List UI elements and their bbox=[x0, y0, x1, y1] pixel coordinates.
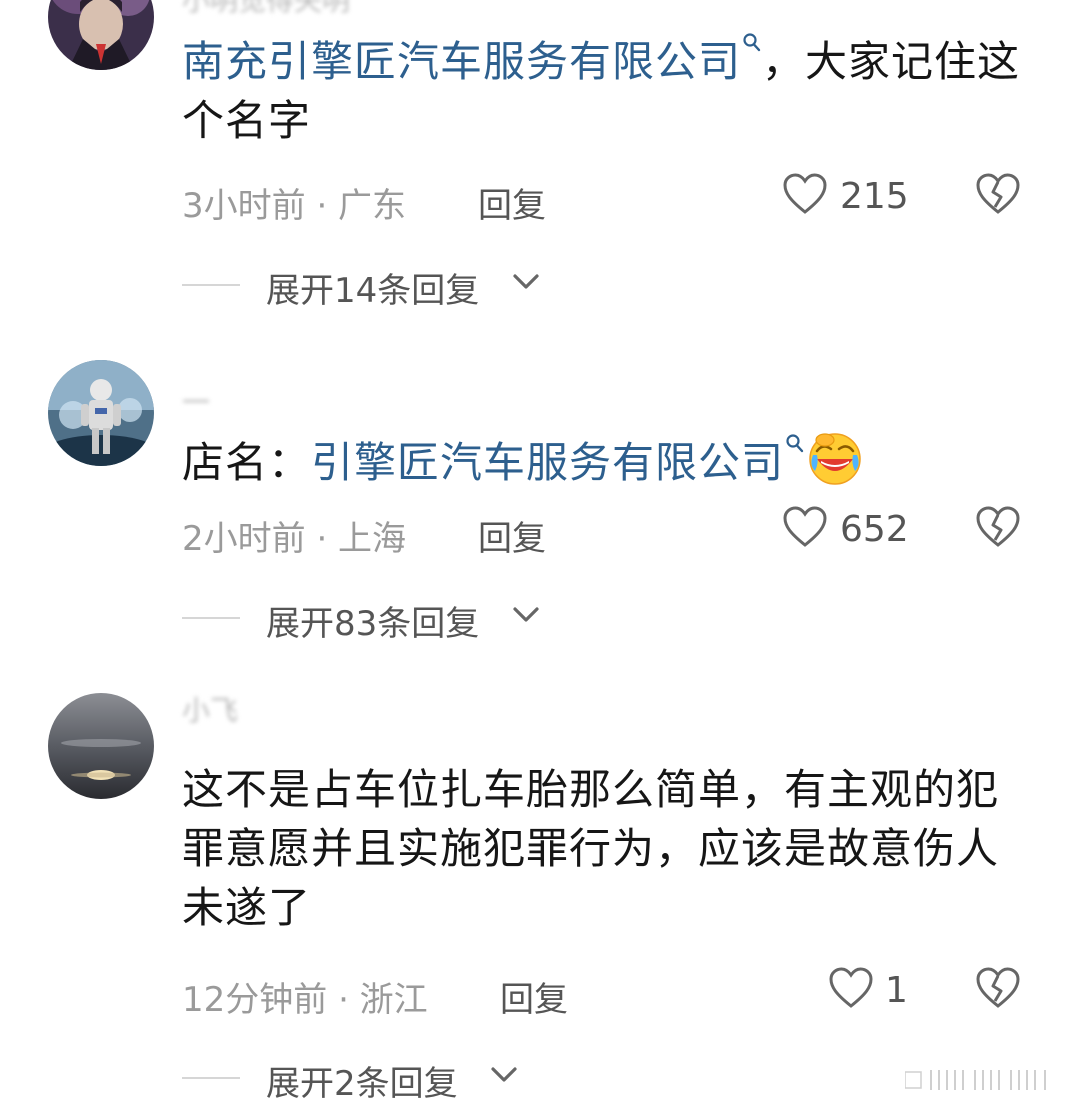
comment-text: 南充引擎匠汽车服务有限公司 ，大家记住这个名字 bbox=[182, 32, 1032, 150]
expand-replies-label: 展开2条回复 bbox=[266, 1064, 458, 1104]
company-link[interactable]: 引擎匠汽车服务有限公司 bbox=[311, 434, 805, 487]
heart-outline-icon[interactable] bbox=[782, 505, 828, 549]
broken-heart-icon[interactable] bbox=[975, 172, 1021, 218]
heart-outline-icon[interactable] bbox=[782, 172, 828, 216]
expand-replies[interactable]: 展开14条回复 bbox=[182, 263, 562, 311]
chevron-down-icon bbox=[513, 607, 539, 622]
comment-meta: 2小时前 · 上海 回复 652 bbox=[182, 505, 1042, 559]
time-location: 12分钟前 · 浙江 bbox=[182, 980, 428, 1020]
expand-replies-label: 展开14条回复 bbox=[266, 271, 480, 311]
divider bbox=[182, 1077, 240, 1079]
heart-outline-icon[interactable] bbox=[828, 966, 874, 1010]
like-count: 1 bbox=[885, 970, 908, 1011]
avatar[interactable] bbox=[48, 693, 154, 799]
time-location: 3小时前 · 广东 bbox=[182, 186, 407, 226]
comment-text: 这不是占车位扎车胎那么简单，有主观的犯罪意愿并且实施犯罪行为，应该是故意伤人未遂… bbox=[182, 765, 1000, 932]
chevron-down-icon bbox=[513, 274, 539, 289]
expand-replies-label: 展开83条回复 bbox=[266, 604, 480, 644]
username[interactable]: 小飞 bbox=[182, 694, 238, 728]
avatar[interactable] bbox=[48, 0, 154, 70]
chevron-down-icon bbox=[491, 1067, 517, 1082]
broken-heart-icon[interactable] bbox=[975, 505, 1021, 551]
like-count: 652 bbox=[840, 509, 909, 550]
broken-heart-icon[interactable] bbox=[975, 966, 1021, 1012]
username[interactable]: 一 bbox=[182, 386, 210, 420]
search-icon bbox=[786, 434, 804, 453]
username[interactable]: 小明觉得失明 bbox=[182, 0, 350, 18]
comment-meta: 3小时前 · 广东 回复 215 bbox=[182, 172, 1042, 226]
reply-button[interactable]: 回复 bbox=[500, 972, 568, 1021]
expand-replies[interactable]: 展开2条回复 bbox=[182, 1056, 542, 1104]
divider bbox=[182, 617, 240, 619]
reply-button[interactable]: 回复 bbox=[478, 178, 546, 227]
comment-meta: 12分钟前 · 浙江 回复 1 bbox=[182, 966, 1042, 1020]
comment-text: 店名：引擎匠汽车服务有限公司 bbox=[182, 431, 1032, 492]
time-location: 2小时前 · 上海 bbox=[182, 519, 407, 559]
reply-button[interactable]: 回复 bbox=[478, 511, 546, 560]
expand-replies[interactable]: 展开83条回复 bbox=[182, 596, 562, 644]
avatar[interactable] bbox=[48, 360, 154, 466]
like-count: 215 bbox=[840, 176, 909, 217]
divider bbox=[182, 284, 240, 286]
watermark-icon bbox=[905, 1070, 1046, 1090]
search-icon bbox=[743, 33, 761, 52]
laughing-crying-emoji bbox=[809, 433, 861, 485]
company-link[interactable]: 南充引擎匠汽车服务有限公司 bbox=[182, 33, 762, 86]
